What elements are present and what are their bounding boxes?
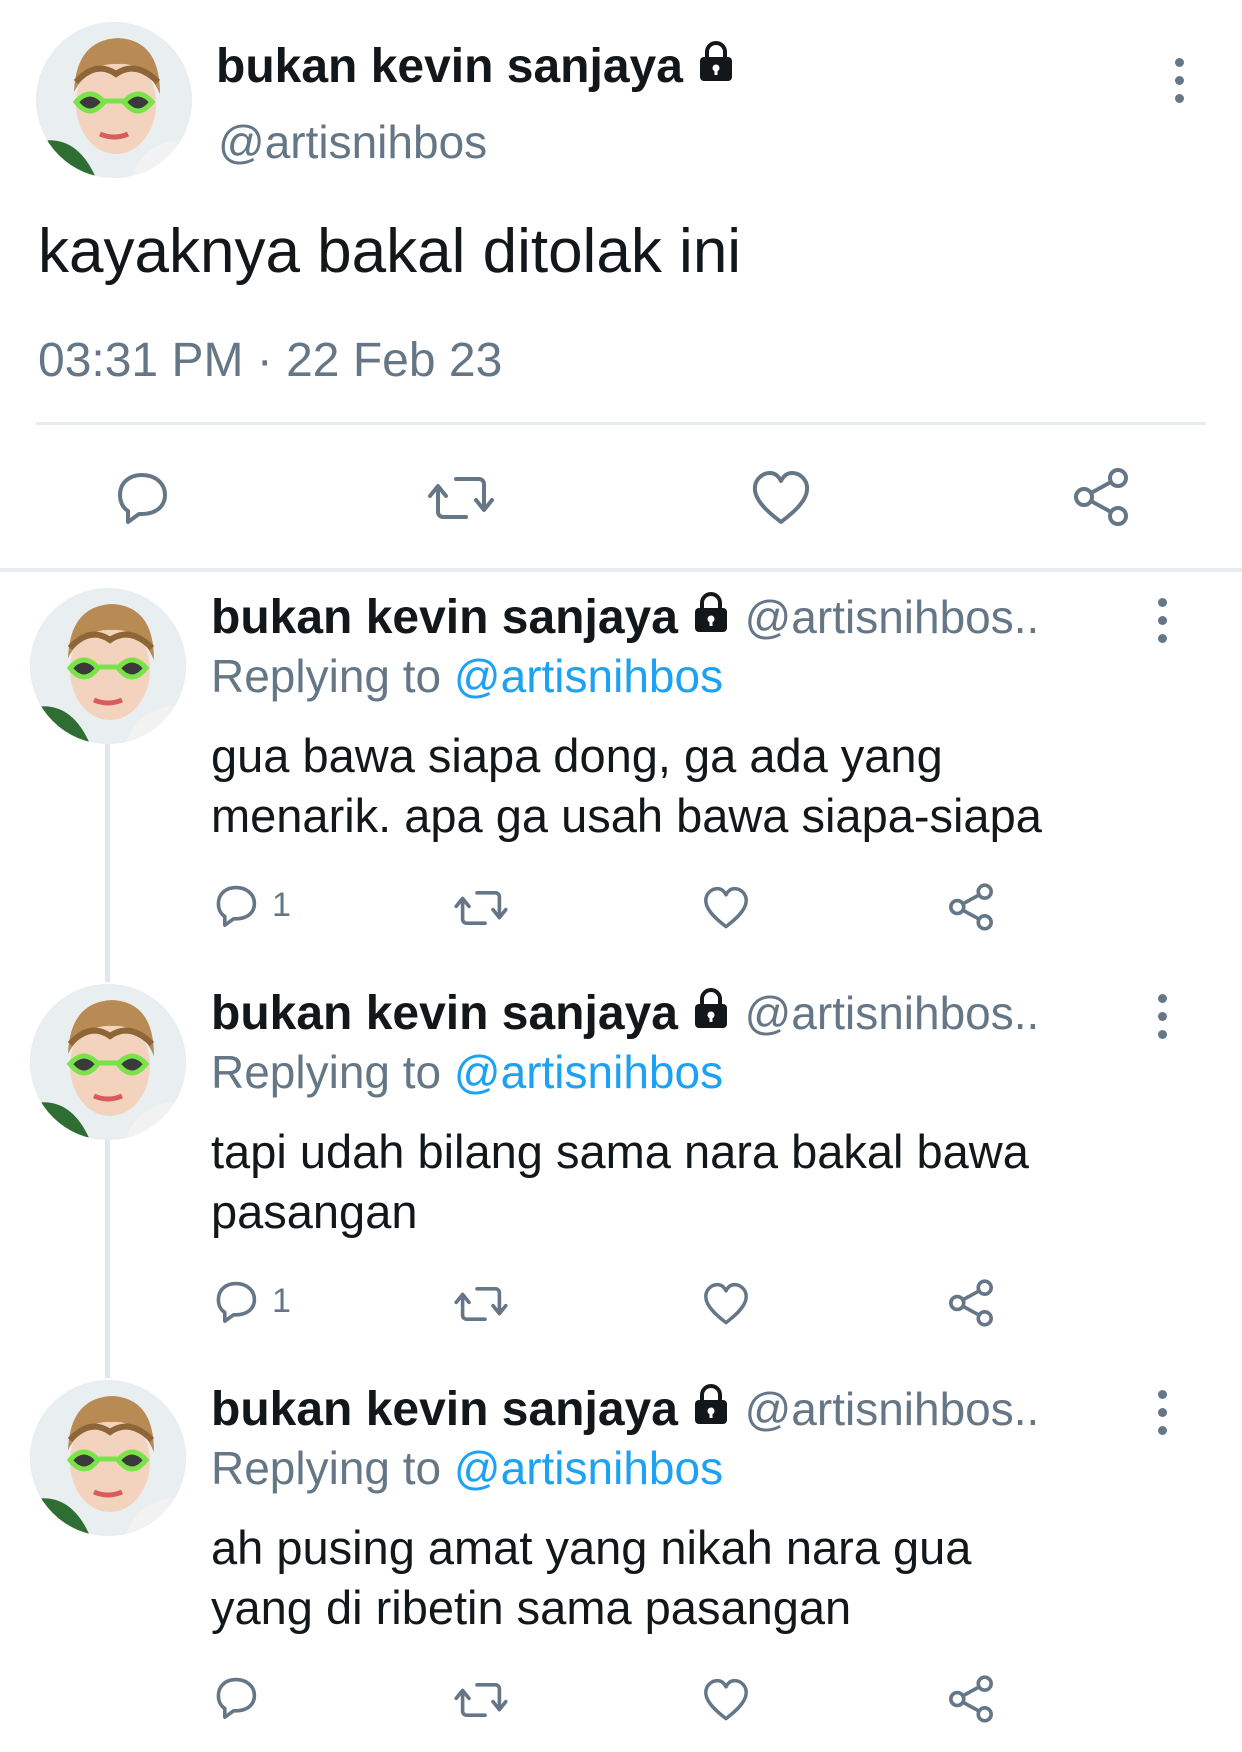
retweet-icon[interactable]: [454, 884, 508, 932]
display-name[interactable]: bukan kevin sanjaya: [211, 1383, 678, 1436]
lock-icon: [691, 987, 731, 1045]
replying-to-link[interactable]: @artisnihbos: [454, 1046, 723, 1098]
reply-count: 1: [272, 886, 291, 924]
reply-icon[interactable]: [112, 468, 172, 528]
timestamp: 03:31 PM · 22 Feb 23: [38, 334, 503, 387]
replying-to-label: Replying to: [211, 1442, 442, 1494]
retweet-icon[interactable]: [428, 468, 494, 528]
replying-to-label: Replying to: [211, 650, 442, 702]
handle[interactable]: @artisnihbos..: [745, 987, 1040, 1039]
lock-icon: [691, 591, 731, 649]
reply-text-line: ah pusing amat yang nikah nara gua: [211, 1521, 972, 1574]
more-options-icon[interactable]: [1154, 598, 1170, 643]
like-icon[interactable]: [702, 1280, 750, 1328]
display-name[interactable]: bukan kevin sanjaya: [211, 987, 678, 1040]
reply-icon[interactable]: [212, 1278, 260, 1326]
handle[interactable]: @artisnihbos..: [745, 591, 1040, 643]
thread-line: [105, 742, 110, 982]
retweet-icon[interactable]: [454, 1280, 508, 1328]
share-icon[interactable]: [946, 882, 996, 932]
lock-icon: [691, 1383, 731, 1441]
lock-icon: [696, 40, 736, 98]
like-icon[interactable]: [702, 884, 750, 932]
thread-line: [105, 1138, 110, 1378]
reply-header: bukan kevin sanjaya @artisnihbos..: [211, 1380, 1039, 1441]
share-icon[interactable]: [946, 1278, 996, 1328]
reply-text-line: tapi udah bilang sama nara bakal bawa: [211, 1125, 1029, 1178]
more-options-icon[interactable]: [1171, 58, 1187, 103]
display-name[interactable]: bukan kevin sanjaya: [216, 38, 736, 98]
avatar[interactable]: [30, 588, 186, 744]
tweet-text: kayaknya bakal ditolak ini: [38, 217, 742, 286]
replying-to: Replying to @artisnihbos: [211, 1440, 723, 1496]
reply-count: 1: [272, 1282, 291, 1320]
like-icon[interactable]: [702, 1676, 750, 1724]
reply-header: bukan kevin sanjaya @artisnihbos..: [211, 588, 1039, 649]
handle[interactable]: @artisnihbos: [218, 114, 487, 170]
reply-text: gua bawa siapa dong, ga ada yang menarik…: [211, 726, 1042, 846]
reply-text-line: yang di ribetin sama pasangan: [211, 1581, 852, 1634]
more-options-icon[interactable]: [1154, 1390, 1170, 1435]
more-options-icon[interactable]: [1154, 994, 1170, 1039]
replying-to: Replying to @artisnihbos: [211, 1044, 723, 1100]
avatar[interactable]: [30, 1380, 186, 1536]
reply-text: tapi udah bilang sama nara bakal bawa pa…: [211, 1122, 1029, 1242]
handle[interactable]: @artisnihbos..: [745, 1383, 1040, 1435]
reply-header: bukan kevin sanjaya @artisnihbos..: [211, 984, 1039, 1045]
section-divider: [0, 568, 1242, 572]
reply-icon[interactable]: [212, 882, 260, 930]
retweet-icon[interactable]: [454, 1676, 508, 1724]
reply-text-line: gua bawa siapa dong, ga ada yang: [211, 729, 943, 782]
reply-text-line: pasangan: [211, 1185, 418, 1238]
replying-to-link[interactable]: @artisnihbos: [454, 650, 723, 702]
reply-icon[interactable]: [212, 1674, 260, 1722]
replying-to-label: Replying to: [211, 1046, 442, 1098]
reply-text-line: menarik. apa ga usah bawa siapa-siapa: [211, 789, 1042, 842]
reply-text: ah pusing amat yang nikah nara gua yang …: [211, 1518, 971, 1638]
display-name[interactable]: bukan kevin sanjaya: [211, 591, 678, 644]
avatar[interactable]: [36, 22, 192, 178]
share-icon[interactable]: [1070, 466, 1132, 528]
avatar[interactable]: [30, 984, 186, 1140]
share-icon[interactable]: [946, 1674, 996, 1724]
replying-to: Replying to @artisnihbos: [211, 648, 723, 704]
replying-to-link[interactable]: @artisnihbos: [454, 1442, 723, 1494]
divider: [36, 422, 1206, 425]
display-name-text[interactable]: bukan kevin sanjaya: [216, 40, 683, 93]
like-icon[interactable]: [750, 468, 812, 528]
